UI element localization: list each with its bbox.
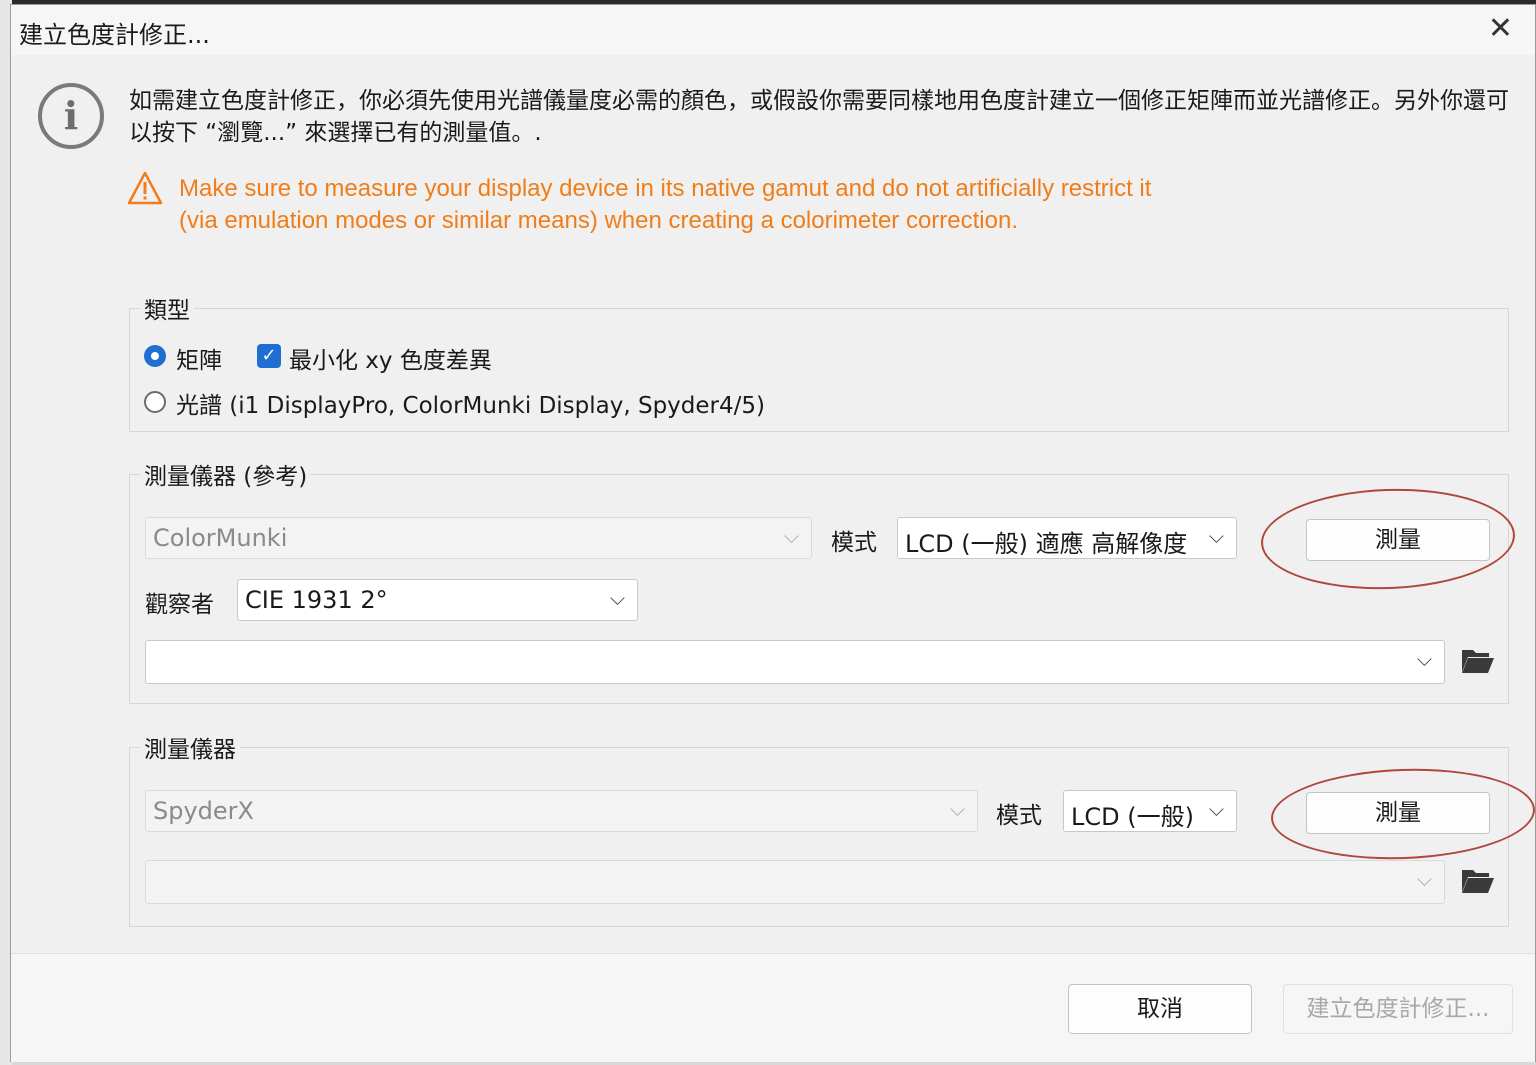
matrix-label[interactable]: 矩陣 xyxy=(176,341,222,375)
spectral-label[interactable]: 光譜 (i1 DisplayPro, ColorMunki Display, S… xyxy=(176,386,765,420)
chevron-down-icon: ⌵ xyxy=(1416,867,1432,891)
create-correction-dialog: 建立色度計修正... ✕ i 如需建立色度計修正，你必須先使用光譜儀量度必需的顏… xyxy=(10,4,1536,1062)
instrument-value: SpyderX xyxy=(153,797,254,825)
folder-open-icon[interactable] xyxy=(1461,646,1495,674)
instrument-mode-select[interactable]: LCD (一般) ⌵ xyxy=(1063,790,1237,832)
info-icon: i xyxy=(38,83,104,149)
type-group: 類型 矩陣 ✓ 最小化 xy 色度差異 光譜 (i1 DisplayPro, C… xyxy=(129,291,1509,432)
chevron-down-icon: ⌵ xyxy=(1208,797,1224,821)
minimize-label[interactable]: 最小化 xy 色度差異 xyxy=(289,341,492,375)
matrix-radio[interactable] xyxy=(144,345,166,367)
instrument-file-select[interactable]: ⌵ xyxy=(145,860,1445,904)
folder-open-icon[interactable] xyxy=(1461,866,1495,894)
reference-mode-value: LCD (一般) 適應 高解像度 xyxy=(905,530,1188,558)
close-icon[interactable]: ✕ xyxy=(1488,11,1513,46)
observer-value: CIE 1931 2° xyxy=(245,586,388,614)
chevron-down-icon: ⌵ xyxy=(783,524,799,548)
create-correction-button[interactable]: 建立色度計修正... xyxy=(1283,984,1513,1034)
dialog-title: 建立色度計修正... xyxy=(19,21,210,49)
spectral-radio[interactable] xyxy=(144,391,166,413)
reference-file-select[interactable]: ⌵ xyxy=(145,640,1445,684)
cancel-button[interactable]: 取消 xyxy=(1068,984,1252,1034)
observer-label: 觀察者 xyxy=(145,592,214,618)
minimize-checkbox[interactable]: ✓ xyxy=(257,344,281,368)
reference-group-legend: 測量儀器 (參考) xyxy=(140,457,312,491)
instrument-mode-label: 模式 xyxy=(996,803,1042,829)
type-group-legend: 類型 xyxy=(140,291,194,325)
instrument-select[interactable]: SpyderX ⌵ xyxy=(145,790,978,832)
chevron-down-icon: ⌵ xyxy=(609,586,625,610)
chevron-down-icon: ⌵ xyxy=(1208,524,1224,548)
observer-select[interactable]: CIE 1931 2° ⌵ xyxy=(237,579,638,621)
instrument-group-legend: 測量儀器 xyxy=(140,730,240,764)
chevron-down-icon: ⌵ xyxy=(1416,647,1432,671)
info-text: 如需建立色度計修正，你必須先使用光譜儀量度必需的顏色，或假設你需要同樣地用色度計… xyxy=(129,88,1509,146)
instrument-mode-value: LCD (一般) xyxy=(1071,803,1194,831)
warning-text: Make sure to measure your display device… xyxy=(179,175,1152,234)
chevron-down-icon: ⌵ xyxy=(949,797,965,821)
dialog-footer: 取消 建立色度計修正... xyxy=(11,953,1535,1062)
title-bar: 建立色度計修正... ✕ xyxy=(11,5,1535,55)
reference-mode-label: 模式 xyxy=(831,530,877,556)
reference-mode-select[interactable]: LCD (一般) 適應 高解像度 ⌵ xyxy=(897,517,1237,559)
warning-icon xyxy=(127,171,163,205)
reference-instrument-value: ColorMunki xyxy=(153,524,288,552)
reference-instrument-select[interactable]: ColorMunki ⌵ xyxy=(145,517,812,559)
